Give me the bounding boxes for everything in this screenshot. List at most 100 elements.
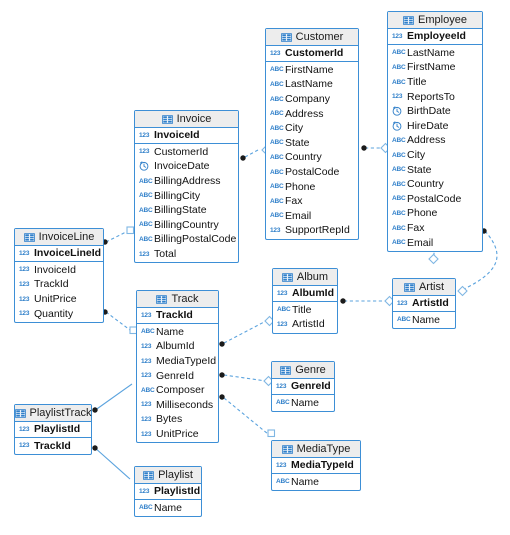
- field-row[interactable]: ABC City: [266, 121, 358, 136]
- field-row[interactable]: ABC Name: [137, 325, 218, 340]
- field-row[interactable]: 123 TrackId: [15, 277, 103, 292]
- field-row[interactable]: ABC Phone: [266, 179, 358, 194]
- entity-invoiceline[interactable]: InvoiceLine 123 InvoiceLineId 123 InvoiceId 1…: [14, 228, 104, 323]
- field-row[interactable]: ABC State: [388, 162, 482, 177]
- entity-mediatype[interactable]: MediaType 123 MediaTypeId ABC Name: [271, 440, 361, 492]
- field-row[interactable]: ABC Email: [388, 235, 482, 250]
- field-row[interactable]: 123 UnitPrice: [137, 427, 218, 442]
- entity-genre[interactable]: Genre 123 GenreId ABC Name: [271, 361, 335, 413]
- field-row[interactable]: ABC FirstName: [388, 60, 482, 75]
- field-row[interactable]: ABC Title: [388, 75, 482, 90]
- field-row[interactable]: ABC Name: [135, 501, 201, 516]
- field-row[interactable]: 123 SupportRepId: [266, 223, 358, 238]
- field-row[interactable]: ABC State: [266, 136, 358, 151]
- field-row[interactable]: ABC Title: [273, 303, 337, 318]
- field-row[interactable]: ABC LastName: [388, 46, 482, 61]
- entity-customer[interactable]: Customer 123 CustomerId ABC FirstName ABC Last…: [265, 28, 359, 240]
- entity-playlist[interactable]: Playlist 123 PlaylistId ABC Name: [134, 466, 202, 518]
- field-name: CustomerId: [285, 47, 344, 60]
- field-row[interactable]: ABC Name: [393, 313, 455, 328]
- field-row[interactable]: ABC FirstName: [266, 63, 358, 78]
- field-type-text-icon: ABC: [270, 110, 284, 118]
- field-row[interactable]: ABC Fax: [266, 194, 358, 209]
- field-row[interactable]: ABC BillingCity: [135, 188, 238, 203]
- entity-header-playlist[interactable]: Playlist: [135, 467, 201, 484]
- field-row[interactable]: ABC PostalCode: [388, 192, 482, 207]
- field-row[interactable]: ABC BillingCountry: [135, 218, 238, 233]
- field-row[interactable]: ABC BillingAddress: [135, 174, 238, 189]
- entity-album[interactable]: Album 123 AlbumId ABC Title 123 ArtistId: [272, 268, 338, 334]
- field-row[interactable]: ABC Email: [266, 209, 358, 224]
- field-row[interactable]: ABC City: [388, 148, 482, 163]
- field-row[interactable]: ABC Fax: [388, 221, 482, 236]
- field-name: Fax: [285, 195, 303, 208]
- field-name: MediaTypeId: [291, 459, 354, 472]
- entity-header-album[interactable]: Album: [273, 269, 337, 286]
- field-name: City: [407, 149, 426, 162]
- field-row-pk[interactable]: 123 EmployeeId: [388, 29, 482, 44]
- entity-track[interactable]: Track 123 TrackId ABC Name 123 AlbumId 123 Media…: [136, 290, 219, 444]
- field-list-album: ABC Title 123 ArtistId: [273, 302, 337, 333]
- field-row[interactable]: HireDate: [388, 119, 482, 134]
- field-row[interactable]: ABC BillingPostalCode: [135, 232, 238, 247]
- field-row[interactable]: 123 InvoiceId: [15, 263, 103, 278]
- entity-header-artist[interactable]: Artist: [393, 279, 455, 296]
- field-row-pk[interactable]: 123 CustomerId: [266, 46, 358, 61]
- field-row[interactable]: ABC Name: [272, 475, 360, 490]
- field-row[interactable]: 123 UnitPrice: [15, 292, 103, 307]
- entity-header-invoiceline[interactable]: InvoiceLine: [15, 229, 103, 246]
- field-row[interactable]: 123 TrackId: [15, 439, 91, 454]
- field-row-pk[interactable]: 123 AlbumId: [273, 286, 337, 301]
- field-row[interactable]: 123 ReportsTo: [388, 89, 482, 104]
- field-row[interactable]: 123 Quantity: [15, 306, 103, 321]
- table-icon: [281, 272, 293, 282]
- field-row[interactable]: ABC PostalCode: [266, 165, 358, 180]
- field-row[interactable]: ABC Company: [266, 92, 358, 107]
- field-row[interactable]: ABC Phone: [388, 206, 482, 221]
- field-row[interactable]: 123 Milliseconds: [137, 398, 218, 413]
- field-type-text-icon: ABC: [139, 221, 153, 229]
- field-type-int-icon: 123: [270, 49, 281, 57]
- field-row[interactable]: BirthDate: [388, 104, 482, 119]
- field-name: Name: [412, 313, 441, 326]
- field-row[interactable]: 123 Bytes: [137, 412, 218, 427]
- field-row-pk[interactable]: 123 PlaylistId: [135, 484, 201, 499]
- entity-playlisttrack[interactable]: PlaylistTrack 123 PlaylistId 123 TrackId: [14, 404, 92, 456]
- field-row[interactable]: 123 ArtistId: [273, 317, 337, 332]
- field-row[interactable]: 123 MediaTypeId: [137, 354, 218, 369]
- field-row[interactable]: ABC Composer: [137, 383, 218, 398]
- field-row[interactable]: ABC Country: [266, 150, 358, 165]
- field-name: Email: [407, 236, 434, 249]
- field-row[interactable]: 123 GenreId: [137, 368, 218, 383]
- field-type-int-icon: 123: [397, 299, 408, 307]
- field-row[interactable]: 123 Total: [135, 247, 238, 262]
- field-row[interactable]: 123 AlbumId: [137, 339, 218, 354]
- entity-invoice[interactable]: Invoice 123 InvoiceId 123 CustomerId InvoiceD…: [134, 110, 239, 264]
- entity-header-employee[interactable]: Employee: [388, 12, 482, 29]
- field-type-int-icon: 123: [141, 357, 152, 365]
- field-list-mediatype: ABC Name: [272, 474, 360, 491]
- field-row-pk[interactable]: 123 ArtistId: [393, 296, 455, 311]
- field-row-pk[interactable]: 123 GenreId: [272, 379, 334, 394]
- field-row-pk[interactable]: 123 InvoiceLineId: [15, 246, 103, 261]
- entity-header-track[interactable]: Track: [137, 291, 218, 308]
- field-row[interactable]: ABC Address: [388, 133, 482, 148]
- field-row[interactable]: ABC Address: [266, 106, 358, 121]
- field-row[interactable]: ABC Name: [272, 396, 334, 411]
- field-row[interactable]: InvoiceDate: [135, 159, 238, 174]
- field-row-pk[interactable]: 123 InvoiceId: [135, 128, 238, 143]
- field-row-pk[interactable]: 123 PlaylistId: [15, 422, 91, 437]
- field-row[interactable]: 123 CustomerId: [135, 145, 238, 160]
- entity-artist[interactable]: Artist 123 ArtistId ABC Name: [392, 278, 456, 330]
- entity-header-customer[interactable]: Customer: [266, 29, 358, 46]
- entity-header-invoice[interactable]: Invoice: [135, 111, 238, 128]
- entity-employee[interactable]: Employee 123 EmployeeId ABC LastName ABC First…: [387, 11, 483, 252]
- field-row[interactable]: ABC LastName: [266, 77, 358, 92]
- field-row[interactable]: ABC Country: [388, 177, 482, 192]
- field-row[interactable]: ABC BillingState: [135, 203, 238, 218]
- field-row-pk[interactable]: 123 TrackId: [137, 308, 218, 323]
- entity-header-genre[interactable]: Genre: [272, 362, 334, 379]
- field-row-pk[interactable]: 123 MediaTypeId: [272, 458, 360, 473]
- entity-header-playlisttrack[interactable]: PlaylistTrack: [14, 405, 91, 422]
- entity-header-mediatype[interactable]: MediaType: [272, 441, 360, 458]
